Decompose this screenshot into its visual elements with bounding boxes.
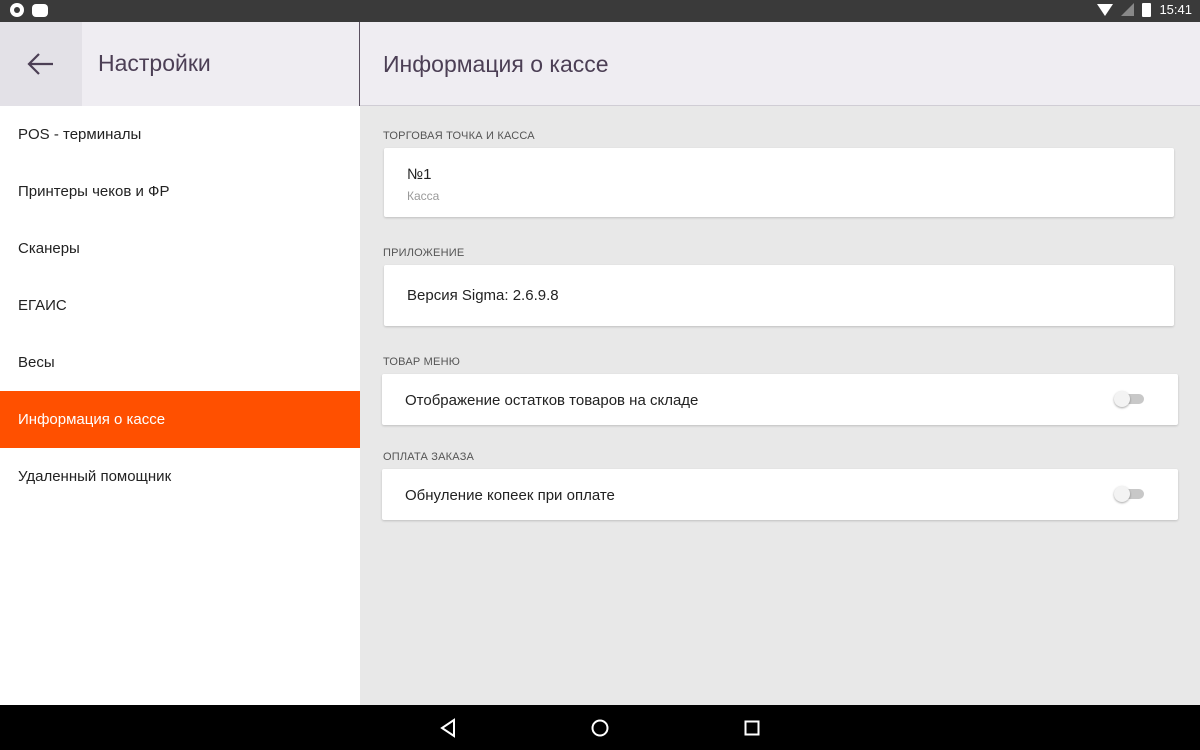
chat-notification-icon [32, 3, 48, 17]
toggle-thumb [1114, 486, 1130, 502]
arrow-left-icon [27, 53, 53, 75]
toggle-thumb [1114, 391, 1130, 407]
app-version-card[interactable]: Версия Sigma: 2.6.9.8 [384, 265, 1174, 326]
sidebar-item-receipt-printers[interactable]: Принтеры чеков и ФР [0, 163, 360, 220]
wifi-icon [1097, 3, 1114, 16]
round-kopecks-label: Обнуление копеек при оплате [405, 487, 615, 504]
sidebar-item-remote-assistant[interactable]: Удаленный помощник [0, 448, 360, 505]
sidebar-item-label: Весы [18, 354, 55, 371]
no-signal-icon [1121, 3, 1135, 16]
app-notification-icon [10, 3, 24, 17]
sidebar-item-scales[interactable]: Весы [0, 334, 360, 391]
section-label-store-and-cashbox: ТОРГОВАЯ ТОЧКА И КАССА [383, 130, 535, 142]
sidebar-item-cashbox-info[interactable]: Информация о кассе [0, 391, 360, 448]
section-label-product-menu: ТОВАР МЕНЮ [383, 356, 461, 368]
status-right: 15:41 [1097, 2, 1192, 17]
round-kopecks-toggle[interactable] [1114, 486, 1144, 502]
back-triangle-icon [440, 718, 455, 738]
nav-recents-button[interactable] [741, 717, 763, 739]
back-button[interactable] [0, 22, 82, 106]
status-bar: 15:41 [0, 0, 1200, 22]
status-time: 15:41 [1159, 2, 1192, 17]
system-nav-bar [0, 705, 1200, 750]
nav-back-button[interactable] [437, 717, 459, 739]
battery-charging-icon [1142, 2, 1152, 17]
sidebar-item-label: Принтеры чеков и ФР [18, 183, 170, 200]
sidebar-item-pos-terminals[interactable]: POS - терминалы [0, 106, 360, 163]
section-label-order-payment: ОПЛАТА ЗАКАЗА [383, 451, 475, 463]
status-left [10, 3, 48, 17]
section-label-application: ПРИЛОЖЕНИЕ [383, 247, 465, 259]
sidebar-item-label: Сканеры [18, 240, 80, 257]
recents-square-icon [744, 720, 760, 736]
cashbox-card[interactable]: №1 Касса [384, 148, 1174, 217]
detail-header: Информация о кассе [360, 22, 1200, 106]
sidebar: POS - терминалы Принтеры чеков и ФР Скан… [0, 106, 360, 705]
stock-display-card[interactable]: Отображение остатков товаров на складе [382, 374, 1178, 425]
sidebar-item-label: POS - терминалы [18, 126, 142, 143]
sidebar-item-label: ЕГАИС [18, 297, 67, 314]
settings-title: Настройки [98, 50, 211, 76]
sidebar-item-label: Информация о кассе [18, 411, 166, 428]
page-title: Информация о кассе [383, 51, 609, 77]
round-kopecks-card[interactable]: Обнуление копеек при оплате [382, 469, 1178, 520]
stock-display-label: Отображение остатков товаров на складе [405, 392, 699, 409]
app-version: Версия Sigma: 2.6.9.8 [407, 287, 559, 304]
sidebar-item-egais[interactable]: ЕГАИС [0, 277, 360, 334]
settings-header: Настройки [0, 22, 359, 106]
sidebar-item-scanners[interactable]: Сканеры [0, 220, 360, 277]
sidebar-item-label: Удаленный помощник [18, 468, 172, 485]
cashbox-subtitle: Касса [407, 189, 440, 203]
home-circle-icon [591, 719, 609, 737]
cashbox-number: №1 [407, 166, 432, 183]
nav-home-button[interactable] [589, 717, 611, 739]
stock-display-toggle[interactable] [1114, 391, 1144, 407]
